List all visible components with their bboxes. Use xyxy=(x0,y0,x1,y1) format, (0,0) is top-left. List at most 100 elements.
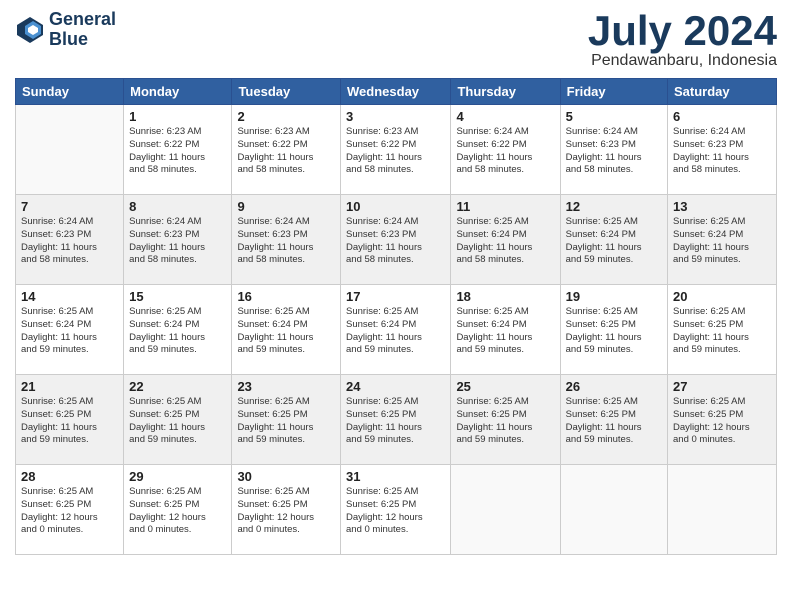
calendar-cell: 4Sunrise: 6:24 AMSunset: 6:22 PMDaylight… xyxy=(451,105,560,195)
day-info: Sunrise: 6:25 AMSunset: 6:24 PMDaylight:… xyxy=(566,216,662,267)
calendar-cell: 28 Sunrise: 6:25 AMSunset: 6:25 PMDayligh… xyxy=(16,465,124,555)
day-number: 25 xyxy=(456,379,554,394)
calendar-cell xyxy=(560,465,667,555)
day-info: Sunrise: 6:25 AMSunset: 6:25 PMDaylight:… xyxy=(237,486,335,537)
day-number: 28 xyxy=(21,469,118,484)
calendar-cell: 15 Sunrise: 6:25 AMSunset: 6:24 PMDayligh… xyxy=(124,285,232,375)
month-title: July 2024 xyxy=(588,10,777,52)
day-info: Sunrise: 6:25 AMSunset: 6:25 PMDaylight:… xyxy=(346,396,445,447)
location: Pendawanbaru, Indonesia xyxy=(588,52,777,70)
col-header-tuesday: Tuesday xyxy=(232,79,341,105)
calendar-cell: 30Sunrise: 6:25 AMSunset: 6:25 PMDayligh… xyxy=(232,465,341,555)
calendar-row-4: 21 Sunrise: 6:25 AMSunset: 6:25 PMDayligh… xyxy=(16,375,777,465)
col-header-thursday: Thursday xyxy=(451,79,560,105)
day-number: 4 xyxy=(456,109,554,124)
logo-icon xyxy=(15,15,45,45)
calendar-cell: 9 Sunrise: 6:24 AMSunset: 6:23 PMDaylight… xyxy=(232,195,341,285)
col-header-sunday: Sunday xyxy=(16,79,124,105)
day-info: Sunrise: 6:25 AMSunset: 6:25 PMDaylight:… xyxy=(346,486,445,537)
logo-line1: General xyxy=(49,10,116,30)
calendar-cell xyxy=(668,465,777,555)
day-number: 2 xyxy=(237,109,335,124)
calendar-cell: 29Sunrise: 6:25 AMSunset: 6:25 PMDayligh… xyxy=(124,465,232,555)
day-number: 11 xyxy=(456,199,554,214)
day-number: 23 xyxy=(237,379,335,394)
calendar-row-3: 14Sunrise: 6:25 AMSunset: 6:24 PMDayligh… xyxy=(16,285,777,375)
day-number: 19 xyxy=(566,289,662,304)
page: General Blue July 2024 Pendawanbaru, Ind… xyxy=(0,0,792,612)
calendar-cell: 24 Sunrise: 6:25 AMSunset: 6:25 PMDayligh… xyxy=(341,375,451,465)
calendar-cell xyxy=(16,105,124,195)
calendar-cell: 27Sunrise: 6:25 AMSunset: 6:25 PMDayligh… xyxy=(668,375,777,465)
day-number: 16 xyxy=(237,289,335,304)
day-info: Sunrise: 6:25 AMSunset: 6:25 PMDaylight:… xyxy=(456,396,554,447)
day-info: Sunrise: 6:24 AMSunset: 6:23 PMDaylight:… xyxy=(346,216,445,267)
day-info: Sunrise: 6:24 AMSunset: 6:23 PMDaylight:… xyxy=(237,216,335,267)
day-number: 8 xyxy=(129,199,226,214)
day-info: Sunrise: 6:25 AMSunset: 6:25 PMDaylight:… xyxy=(566,396,662,447)
day-info: Sunrise: 6:25 AMSunset: 6:24 PMDaylight:… xyxy=(456,306,554,357)
day-number: 15 xyxy=(129,289,226,304)
calendar-cell: 19 Sunrise: 6:25 AMSunset: 6:25 PMDayligh… xyxy=(560,285,667,375)
calendar-table: SundayMondayTuesdayWednesdayThursdayFrid… xyxy=(15,78,777,555)
day-number: 18 xyxy=(456,289,554,304)
day-number: 9 xyxy=(237,199,335,214)
day-number: 6 xyxy=(673,109,771,124)
col-header-monday: Monday xyxy=(124,79,232,105)
day-number: 26 xyxy=(566,379,662,394)
day-info: Sunrise: 6:24 AMSunset: 6:23 PMDaylight:… xyxy=(129,216,226,267)
calendar-cell: 11 Sunrise: 6:25 AMSunset: 6:24 PMDayligh… xyxy=(451,195,560,285)
logo: General Blue xyxy=(15,10,116,50)
day-info: Sunrise: 6:25 AMSunset: 6:24 PMDaylight:… xyxy=(346,306,445,357)
day-number: 27 xyxy=(673,379,771,394)
day-number: 13 xyxy=(673,199,771,214)
day-number: 31 xyxy=(346,469,445,484)
calendar-cell: 12 Sunrise: 6:25 AMSunset: 6:24 PMDayligh… xyxy=(560,195,667,285)
calendar-cell: 17 Sunrise: 6:25 AMSunset: 6:24 PMDayligh… xyxy=(341,285,451,375)
calendar-cell: 22Sunrise: 6:25 AMSunset: 6:25 PMDayligh… xyxy=(124,375,232,465)
day-info: Sunrise: 6:23 AMSunset: 6:22 PMDaylight:… xyxy=(346,126,445,177)
day-info: Sunrise: 6:24 AMSunset: 6:23 PMDaylight:… xyxy=(673,126,771,177)
day-number: 7 xyxy=(21,199,118,214)
header: General Blue July 2024 Pendawanbaru, Ind… xyxy=(15,10,777,70)
calendar-cell: 5Sunrise: 6:24 AMSunset: 6:23 PMDaylight… xyxy=(560,105,667,195)
day-number: 1 xyxy=(129,109,226,124)
col-header-friday: Friday xyxy=(560,79,667,105)
day-info: Sunrise: 6:25 AMSunset: 6:24 PMDaylight:… xyxy=(21,306,118,357)
day-info: Sunrise: 6:25 AMSunset: 6:24 PMDaylight:… xyxy=(129,306,226,357)
day-number: 17 xyxy=(346,289,445,304)
calendar-cell: 31 Sunrise: 6:25 AMSunset: 6:25 PMDayligh… xyxy=(341,465,451,555)
day-number: 24 xyxy=(346,379,445,394)
day-info: Sunrise: 6:25 AMSunset: 6:25 PMDaylight:… xyxy=(673,306,771,357)
calendar-cell: 18 Sunrise: 6:25 AMSunset: 6:24 PMDayligh… xyxy=(451,285,560,375)
day-info: Sunrise: 6:25 AMSunset: 6:25 PMDaylight:… xyxy=(237,396,335,447)
title-block: July 2024 Pendawanbaru, Indonesia xyxy=(588,10,777,70)
day-info: Sunrise: 6:25 AMSunset: 6:25 PMDaylight:… xyxy=(21,486,118,537)
calendar-cell: 7 Sunrise: 6:24 AMSunset: 6:23 PMDaylight… xyxy=(16,195,124,285)
day-info: Sunrise: 6:23 AMSunset: 6:22 PMDaylight:… xyxy=(237,126,335,177)
day-info: Sunrise: 6:25 AMSunset: 6:25 PMDaylight:… xyxy=(566,306,662,357)
col-header-saturday: Saturday xyxy=(668,79,777,105)
day-info: Sunrise: 6:24 AMSunset: 6:23 PMDaylight:… xyxy=(21,216,118,267)
calendar-cell: 20Sunrise: 6:25 AMSunset: 6:25 PMDayligh… xyxy=(668,285,777,375)
day-info: Sunrise: 6:24 AMSunset: 6:23 PMDaylight:… xyxy=(566,126,662,177)
calendar-cell: 2 Sunrise: 6:23 AMSunset: 6:22 PMDaylight… xyxy=(232,105,341,195)
col-header-wednesday: Wednesday xyxy=(341,79,451,105)
day-info: Sunrise: 6:25 AMSunset: 6:25 PMDaylight:… xyxy=(129,486,226,537)
day-info: Sunrise: 6:25 AMSunset: 6:25 PMDaylight:… xyxy=(129,396,226,447)
calendar-row-1: 1 Sunrise: 6:23 AMSunset: 6:22 PMDaylight… xyxy=(16,105,777,195)
day-number: 21 xyxy=(21,379,118,394)
calendar-header-row: SundayMondayTuesdayWednesdayThursdayFrid… xyxy=(16,79,777,105)
day-info: Sunrise: 6:23 AMSunset: 6:22 PMDaylight:… xyxy=(129,126,226,177)
day-info: Sunrise: 6:25 AMSunset: 6:24 PMDaylight:… xyxy=(456,216,554,267)
calendar-cell: 3Sunrise: 6:23 AMSunset: 6:22 PMDaylight… xyxy=(341,105,451,195)
day-number: 10 xyxy=(346,199,445,214)
calendar-cell: 10 Sunrise: 6:24 AMSunset: 6:23 PMDayligh… xyxy=(341,195,451,285)
calendar-cell: 14Sunrise: 6:25 AMSunset: 6:24 PMDayligh… xyxy=(16,285,124,375)
logo-text: General Blue xyxy=(49,10,116,50)
calendar-cell: 26 Sunrise: 6:25 AMSunset: 6:25 PMDayligh… xyxy=(560,375,667,465)
day-info: Sunrise: 6:25 AMSunset: 6:24 PMDaylight:… xyxy=(237,306,335,357)
calendar-cell: 23 Sunrise: 6:25 AMSunset: 6:25 PMDayligh… xyxy=(232,375,341,465)
day-number: 12 xyxy=(566,199,662,214)
logo-line2: Blue xyxy=(49,30,116,50)
